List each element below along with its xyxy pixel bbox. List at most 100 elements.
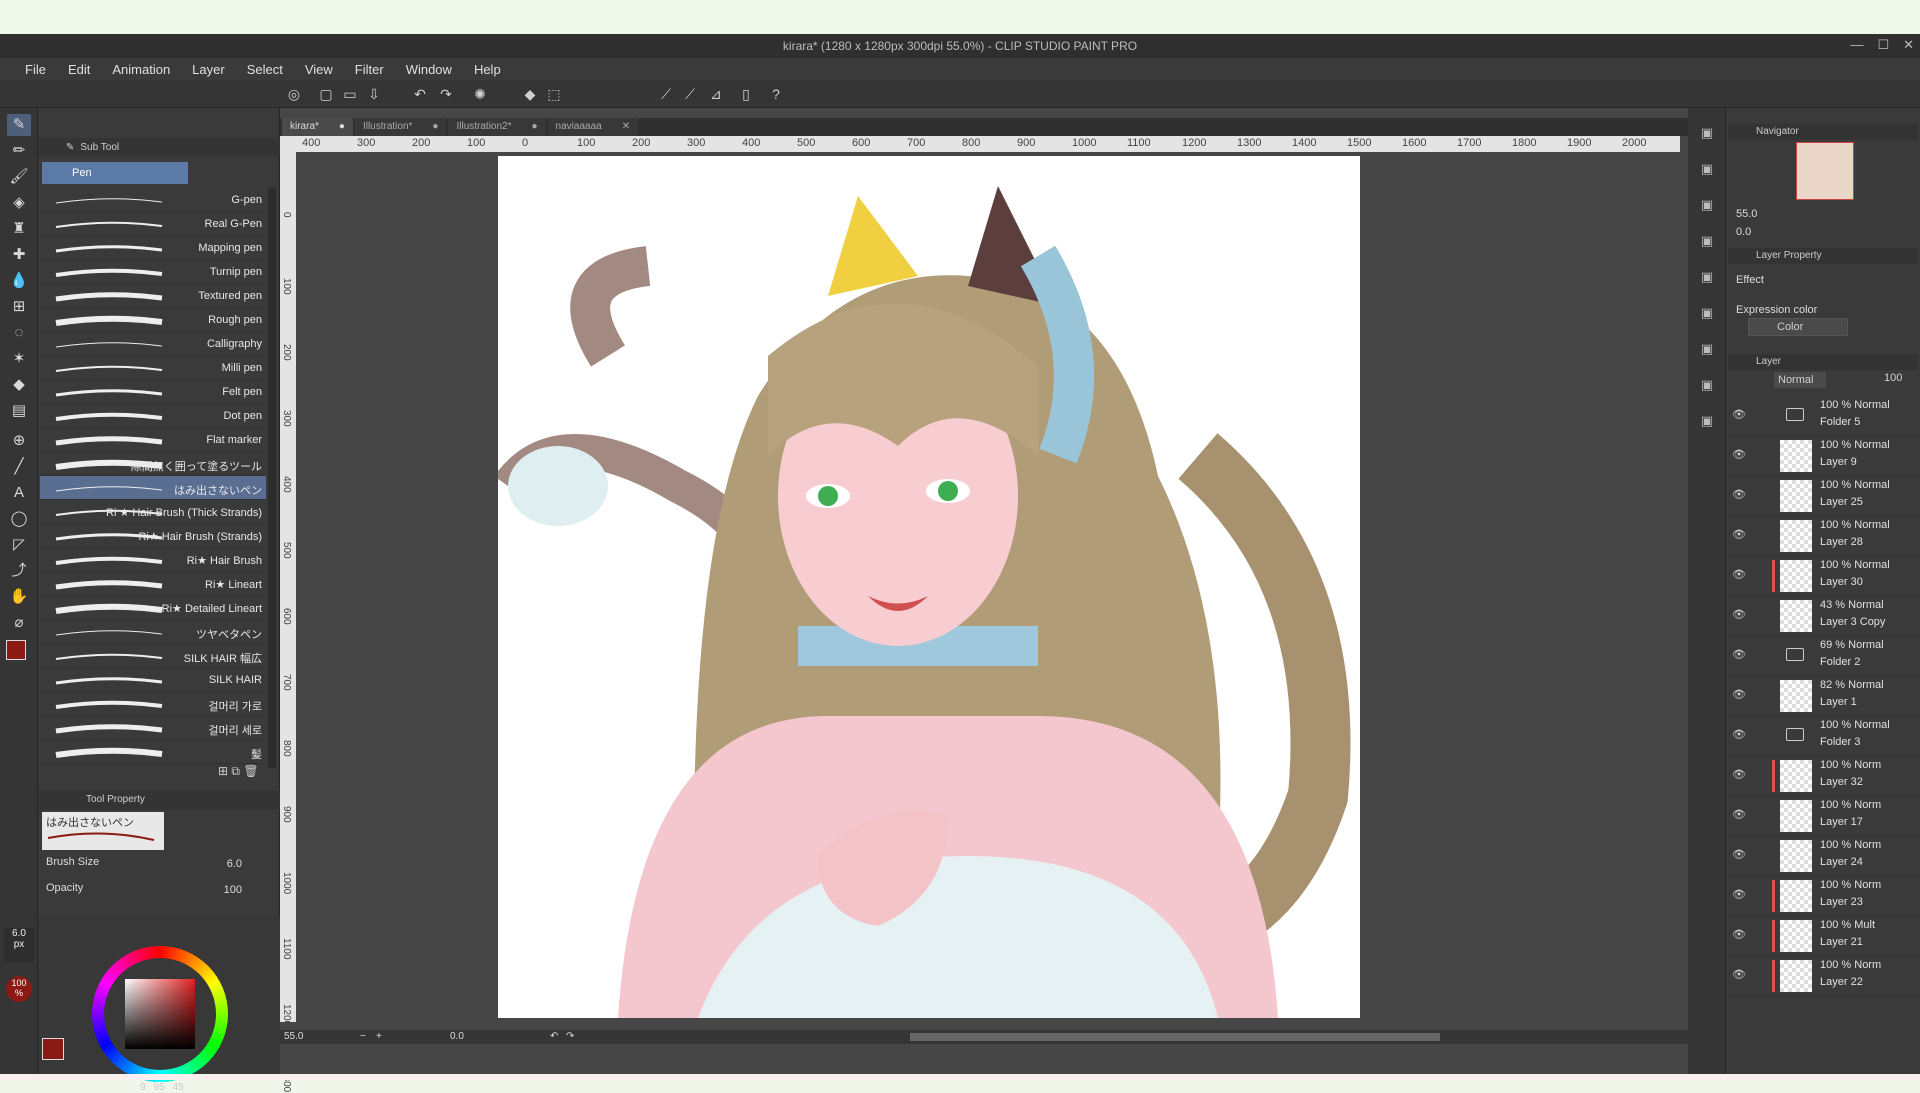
eye-icon[interactable]: 👁 — [1732, 928, 1746, 941]
brush-item[interactable]: 걸머리 가로 — [40, 692, 266, 716]
fill-icon[interactable]: ◆ — [520, 84, 540, 104]
close-tab-icon[interactable]: ✕ — [622, 118, 630, 136]
layer-row[interactable]: 👁 100 % Normal Layer 9 — [1728, 436, 1918, 476]
layer-folder-row[interactable]: 👁 100 % Normal Folder 5 — [1728, 396, 1918, 436]
expression-color-select[interactable]: Color — [1748, 318, 1848, 336]
copy-subtool-icon[interactable]: ⊞ — [218, 764, 228, 778]
doc-tab-illustration2[interactable]: Illustration2* ● — [448, 118, 546, 136]
layer-row[interactable]: 👁 100 % Norm Layer 24 — [1728, 836, 1918, 876]
menu-filter[interactable]: Filter — [344, 62, 395, 77]
eye-icon[interactable]: 👁 — [1732, 688, 1746, 701]
line-tool-icon[interactable]: ╱ — [7, 456, 31, 478]
zoom-in-icon[interactable]: + — [376, 1031, 382, 1042]
brush-item[interactable]: Turnip pen — [40, 260, 266, 284]
layer-folder-row[interactable]: 👁 100 % Normal Folder 3 — [1728, 716, 1918, 756]
brush-item[interactable]: Real G-Pen — [40, 212, 266, 236]
main-color-chip[interactable] — [42, 1038, 64, 1060]
layer-row[interactable]: 👁 100 % Norm Layer 22 — [1728, 956, 1918, 996]
brush-tool-icon[interactable]: 🖌 — [7, 166, 31, 188]
eye-icon[interactable]: 👁 — [1732, 768, 1746, 781]
brush-item[interactable]: Rough pen — [40, 308, 266, 332]
brush-item[interactable]: Ri★ Hair Brush (Strands) — [40, 524, 266, 548]
brush-item[interactable]: Felt pen — [40, 380, 266, 404]
move-tool-icon[interactable]: ✚ — [7, 244, 31, 266]
blend-mode-select[interactable]: Normal — [1774, 372, 1826, 388]
brush-item[interactable]: SILK HAIR 幅広 — [40, 644, 266, 668]
material-icon[interactable]: ▣ — [1696, 230, 1718, 252]
hand-tool-icon[interactable]: ✋ — [7, 586, 31, 608]
brush-list-scrollbar[interactable] — [268, 188, 276, 768]
brush-size-indicator[interactable]: 6.0 px — [4, 928, 34, 962]
material-icon[interactable]: ▣ — [1696, 410, 1718, 432]
brush-item[interactable]: Calligraphy — [40, 332, 266, 356]
menu-view[interactable]: View — [294, 62, 344, 77]
menu-edit[interactable]: Edit — [57, 62, 101, 77]
transform-tool-icon[interactable]: ⊞ — [7, 296, 31, 318]
transform-icon[interactable]: ⬚ — [544, 84, 564, 104]
brush-size-value[interactable]: 6.0 — [227, 858, 242, 870]
brush-item[interactable]: G-pen — [40, 188, 266, 212]
pen-tool-icon[interactable]: ✎ — [7, 114, 31, 136]
brush-size-row[interactable]: Brush Size 6.0 — [46, 856, 276, 876]
material-icon[interactable]: ▣ — [1696, 158, 1718, 180]
brush-item[interactable]: 隙間無く囲って塗るツール — [40, 452, 266, 476]
brush-item[interactable]: Flat marker — [40, 428, 266, 452]
text-tool-icon[interactable]: A — [7, 482, 31, 504]
clip-studio-icon[interactable]: ◎ — [284, 84, 304, 104]
eye-icon[interactable]: 👁 — [1732, 968, 1746, 981]
layer-row[interactable]: 👁 43 % Normal Layer 3 Copy — [1728, 596, 1918, 636]
brush-item[interactable]: Textured pen — [40, 284, 266, 308]
brush-item[interactable]: 髪 — [40, 740, 266, 764]
eye-icon[interactable]: 👁 — [1732, 408, 1746, 421]
eye-icon[interactable]: 👁 — [1732, 568, 1746, 581]
fill-tool-icon[interactable]: ◆ — [7, 374, 31, 396]
brush-item[interactable]: Mapping pen — [40, 236, 266, 260]
eye-icon[interactable]: 👁 — [1732, 448, 1746, 461]
material-icon[interactable]: ▣ — [1696, 266, 1718, 288]
menu-window[interactable]: Window — [395, 62, 463, 77]
eye-icon[interactable]: 👁 — [1732, 888, 1746, 901]
material-icon[interactable]: ▣ — [1696, 194, 1718, 216]
new-file-icon[interactable]: ▢ — [316, 84, 336, 104]
brush-item[interactable]: SILK HAIR — [40, 668, 266, 692]
maximize-icon[interactable]: ☐ — [1877, 37, 1889, 53]
doc-tab-naviaaaaa[interactable]: naviaaaaa ✕ — [547, 118, 639, 136]
brush-item[interactable]: はみ出さないペン — [40, 476, 266, 500]
frame-tool-icon[interactable]: ◸ — [7, 534, 31, 556]
rotate-left-icon[interactable]: ↶ — [550, 1031, 558, 1042]
material-icon[interactable]: ▣ — [1696, 122, 1718, 144]
layer-row[interactable]: 👁 100 % Normal Layer 28 — [1728, 516, 1918, 556]
navigator-zoom[interactable]: 55.0 — [1736, 208, 1757, 220]
eye-icon[interactable]: 👁 — [1732, 808, 1746, 821]
redo-icon[interactable]: ↷ — [436, 84, 456, 104]
eyedropper-tool-icon[interactable]: ⌀ — [7, 612, 31, 634]
menu-file[interactable]: File — [14, 62, 57, 77]
horizontal-scrollbar[interactable] — [910, 1033, 1440, 1041]
material-icon[interactable]: ▣ — [1696, 338, 1718, 360]
close-icon[interactable]: ✕ — [1903, 37, 1914, 53]
material-icon[interactable]: ▣ — [1696, 374, 1718, 396]
brush-item[interactable]: Ri ★ Hair Brush (Thick Strands) — [40, 500, 266, 524]
main-color-swatch[interactable] — [6, 640, 26, 660]
navigator-angle[interactable]: 0.0 — [1736, 226, 1751, 238]
eye-icon[interactable]: 👁 — [1732, 608, 1746, 621]
menu-select[interactable]: Select — [236, 62, 294, 77]
opacity-row[interactable]: Opacity 100 — [46, 882, 276, 902]
layer-opacity-value[interactable]: 100 — [1884, 372, 1902, 384]
ruler-icon[interactable]: ▯ — [736, 84, 756, 104]
eye-icon[interactable]: 👁 — [1732, 648, 1746, 661]
brush-item[interactable]: 걸머리 세로 — [40, 716, 266, 740]
menu-animation[interactable]: Animation — [101, 62, 181, 77]
layer-row[interactable]: 👁 100 % Norm Layer 17 — [1728, 796, 1918, 836]
canvas-paper[interactable] — [498, 156, 1360, 1018]
balloon-tool-icon[interactable]: ◯ — [7, 508, 31, 530]
help-icon[interactable]: ? — [766, 84, 786, 104]
layer-row[interactable]: 👁 82 % Normal Layer 1 — [1728, 676, 1918, 716]
eye-icon[interactable]: 👁 — [1732, 528, 1746, 541]
loading-icon[interactable]: ✺ — [470, 84, 490, 104]
material-icon[interactable]: ▣ — [1696, 302, 1718, 324]
undo-icon[interactable]: ↶ — [410, 84, 430, 104]
correct-line-tool-icon[interactable]: ⤴ — [7, 560, 31, 582]
eye-icon[interactable]: 👁 — [1732, 488, 1746, 501]
brush-item[interactable]: Dot pen — [40, 404, 266, 428]
